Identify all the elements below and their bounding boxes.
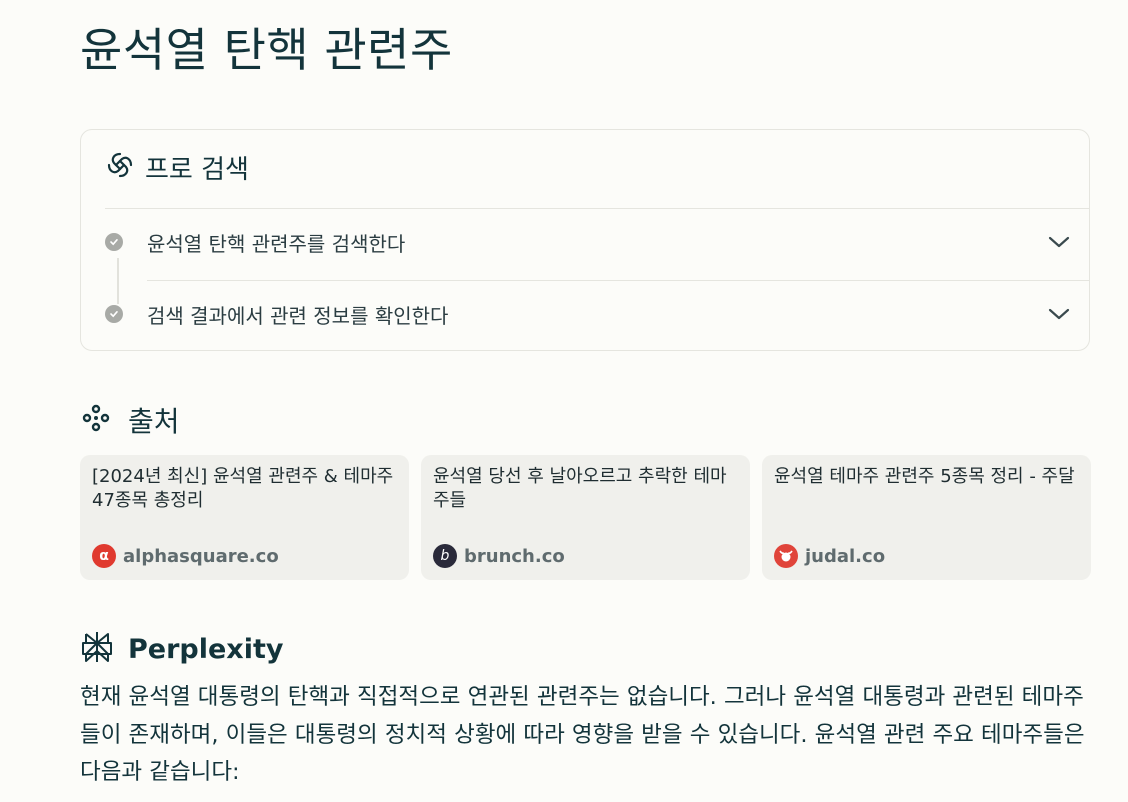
brunch-favicon-icon: b [433,544,457,568]
source-title: 윤석열 테마주 관련주 5종목 정리 - 주달 [774,466,1075,487]
check-icon [105,305,123,323]
judal-favicon-icon [774,544,798,568]
sources-label: 출처 [128,405,180,438]
check-icon [105,233,123,251]
source-domain: α alphasquare.co [92,544,279,568]
answer-text: 현재 윤석열 대통령의 탄핵과 직접적으로 연관된 관련주는 없습니다. 그러나… [80,684,1085,785]
source-card[interactable]: 윤석열 당선 후 날아오르고 추락한 테마주들 b brunch.co [421,455,750,580]
source-domain-text: alphasquare.co [123,545,279,567]
chevron-down-icon[interactable] [1047,302,1071,326]
pro-search-label: 프로 검색 [145,154,249,185]
answer-label: Perplexity [128,633,284,665]
pro-search-step-1[interactable]: 윤석열 탄핵 관련주를 검색한다 [105,222,1071,262]
alphasquare-favicon-icon: α [92,544,116,568]
page-title: 윤석열 탄핵 관련주 [80,23,453,77]
divider [147,280,1089,281]
source-domain-text: brunch.co [464,545,565,567]
sources-header: 출처 [82,400,180,440]
step-text: 윤석열 탄핵 관련주를 검색한다 [147,231,406,256]
divider [105,208,1089,209]
step-text: 검색 결과에서 관련 정보를 확인한다 [147,303,449,328]
pro-search-header: 프로 검색 [105,150,249,185]
chevron-down-icon[interactable] [1047,230,1071,254]
pro-search-icon [105,150,135,184]
sources-icon [82,404,110,436]
pro-search-step-2[interactable]: 검색 결과에서 관련 정보를 확인한다 [105,294,1071,334]
source-domain: b brunch.co [433,544,565,568]
source-card[interactable]: 윤석열 테마주 관련주 5종목 정리 - 주달 judal.co [762,455,1091,580]
answer-header: Perplexity [80,628,284,670]
perplexity-logo-icon [80,630,114,668]
source-card[interactable]: [2024년 최신] 윤석열 관련주 & 테마주 47종목 총정리 α alph… [80,455,409,580]
pro-search-panel: 프로 검색 윤석열 탄핵 관련주를 검색한다 검색 결과에서 관련 정보를 확인… [80,129,1090,351]
source-domain-text: judal.co [805,545,886,567]
source-title: [2024년 최신] 윤석열 관련주 & 테마주 47종목 총정리 [92,466,394,511]
source-title: 윤석열 당선 후 날아오르고 추락한 테마주들 [433,466,727,511]
source-domain: judal.co [774,544,885,568]
